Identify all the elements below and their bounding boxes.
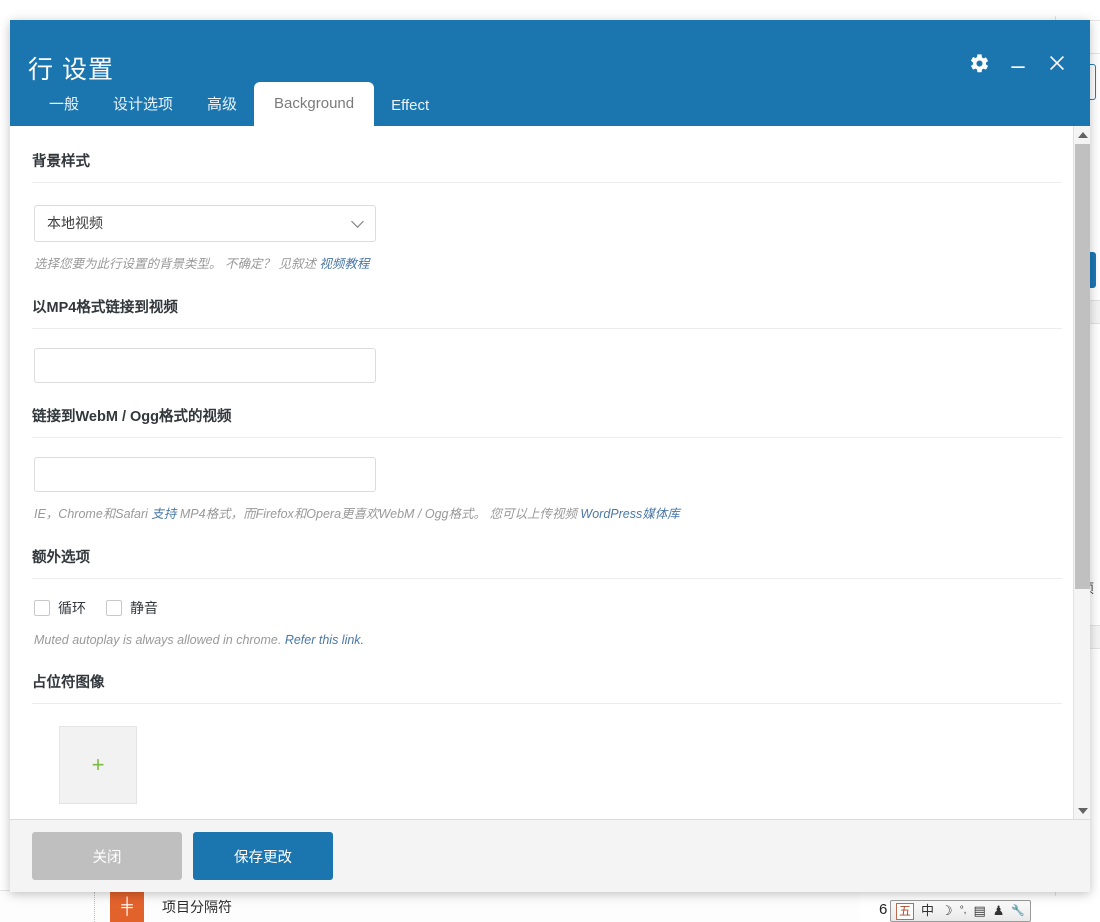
ime-wrench-icon[interactable]: 🔧: [1011, 901, 1025, 921]
row-drag-handle[interactable]: [94, 891, 108, 922]
webm-help-part2: MP4格式，而Firefox和Opera更喜欢WebM / Ogg格式。 您可以…: [176, 506, 581, 521]
background-type-help: 选择您要为此行设置的背景类型。 不确定？ 见叙述 视频教程: [34, 255, 1062, 274]
gear-icon[interactable]: [969, 53, 990, 74]
loop-checkbox-label[interactable]: 循环: [58, 598, 86, 618]
ime-toolbar[interactable]: 五 中 ☽ °, ▤ ♟ 🔧: [890, 900, 1032, 922]
scroll-down-arrow-icon[interactable]: [1074, 802, 1090, 819]
ime-chinese-icon[interactable]: 中: [921, 901, 934, 921]
mp4-support-link[interactable]: 支持: [151, 507, 176, 521]
divider: [32, 327, 1062, 329]
section-title-mp4: 以MP4格式链接到视频: [32, 299, 178, 316]
tab-background[interactable]: Background: [254, 82, 375, 126]
wordpress-media-library-link[interactable]: WordPress媒体库: [580, 507, 679, 521]
webm-help-part1: IE，Chrome和Safari: [34, 506, 152, 521]
tab-general[interactable]: 一般: [32, 83, 96, 126]
refer-this-link[interactable]: Refer this link.: [285, 633, 364, 647]
modal-header: 行 设置 一般 设计选项 高级 Background Effect: [10, 20, 1090, 126]
modal-header-actions: [969, 52, 1068, 74]
section-title-placeholder-image: 占位符图像: [32, 675, 105, 692]
background-type-help-text: 选择您要为此行设置的背景类型。 不确定？ 见叙述: [34, 257, 320, 271]
divider-icon: ╪: [110, 891, 144, 922]
webm-url-input[interactable]: [34, 456, 376, 492]
background-type-select[interactable]: 本地视频: [34, 205, 376, 242]
extra-options-help: Muted autoplay is always allowed in chro…: [34, 631, 1062, 650]
modal-body: 背景样式 本地视频 选择您要为此行设置的背景类型。 不确定？ 见叙述 视频教程 …: [10, 126, 1090, 820]
ime-punctuation-icon[interactable]: °,: [960, 901, 967, 921]
item-divider-row[interactable]: ╪ 项目分隔符: [0, 890, 860, 922]
divider: [32, 577, 1062, 579]
background-type-select-wrap: 本地视频: [34, 205, 376, 242]
ime-logo-icon[interactable]: 6: [879, 901, 887, 918]
section-title-background-style: 背景样式: [32, 154, 90, 170]
ime-keyboard-icon[interactable]: ▤: [973, 901, 985, 921]
extra-options-help-text: Muted autoplay is always allowed in chro…: [34, 632, 285, 647]
placeholder-image-upload[interactable]: +: [59, 726, 137, 805]
minimize-icon[interactable]: [1008, 53, 1028, 73]
close-icon[interactable]: [1046, 52, 1068, 74]
ime-user-icon[interactable]: ♟: [993, 901, 1005, 921]
extra-options-checkboxes: 循环 静音: [34, 598, 1062, 618]
mp4-url-input[interactable]: [34, 347, 376, 383]
scrollbar-thumb[interactable]: [1075, 144, 1090, 589]
section-title-extra-options: 额外选项: [32, 549, 90, 566]
webm-help: IE，Chrome和Safari 支持 MP4格式，而Firefox和Opera…: [34, 505, 1062, 524]
mute-checkbox[interactable]: [106, 599, 122, 616]
modal-scrollbar[interactable]: [1073, 126, 1090, 819]
section-title-webm: 链接到WebM / Ogg格式的视频: [32, 408, 232, 425]
item-divider-label: 项目分隔符: [162, 898, 232, 915]
divider: [32, 436, 1062, 438]
modal-title: 行 设置: [28, 56, 114, 84]
ime-moon-icon[interactable]: ☽: [941, 901, 953, 921]
video-tutorial-link[interactable]: 视频教程: [319, 257, 369, 271]
row-settings-modal: 行 设置 一般 设计选项 高级 Background Effect 背景样式 本…: [10, 20, 1090, 892]
scroll-up-arrow-icon[interactable]: [1074, 126, 1090, 143]
plus-icon: +: [91, 752, 105, 778]
modal-tabs: 一般 设计选项 高级 Background Effect: [32, 82, 446, 126]
ime-mode-wubi-icon[interactable]: 五: [896, 902, 915, 920]
save-changes-button[interactable]: 保存更改: [193, 832, 333, 880]
tab-advanced[interactable]: 高级: [190, 83, 254, 126]
loop-checkbox[interactable]: [34, 599, 50, 616]
tab-effect[interactable]: Effect: [374, 87, 446, 126]
divider: [32, 703, 1062, 705]
modal-footer: 关闭 保存更改: [10, 820, 1090, 892]
divider: [32, 182, 1062, 183]
close-button[interactable]: 关闭: [32, 832, 182, 880]
mute-checkbox-label[interactable]: 静音: [130, 598, 158, 618]
tab-design-options[interactable]: 设计选项: [96, 83, 190, 126]
